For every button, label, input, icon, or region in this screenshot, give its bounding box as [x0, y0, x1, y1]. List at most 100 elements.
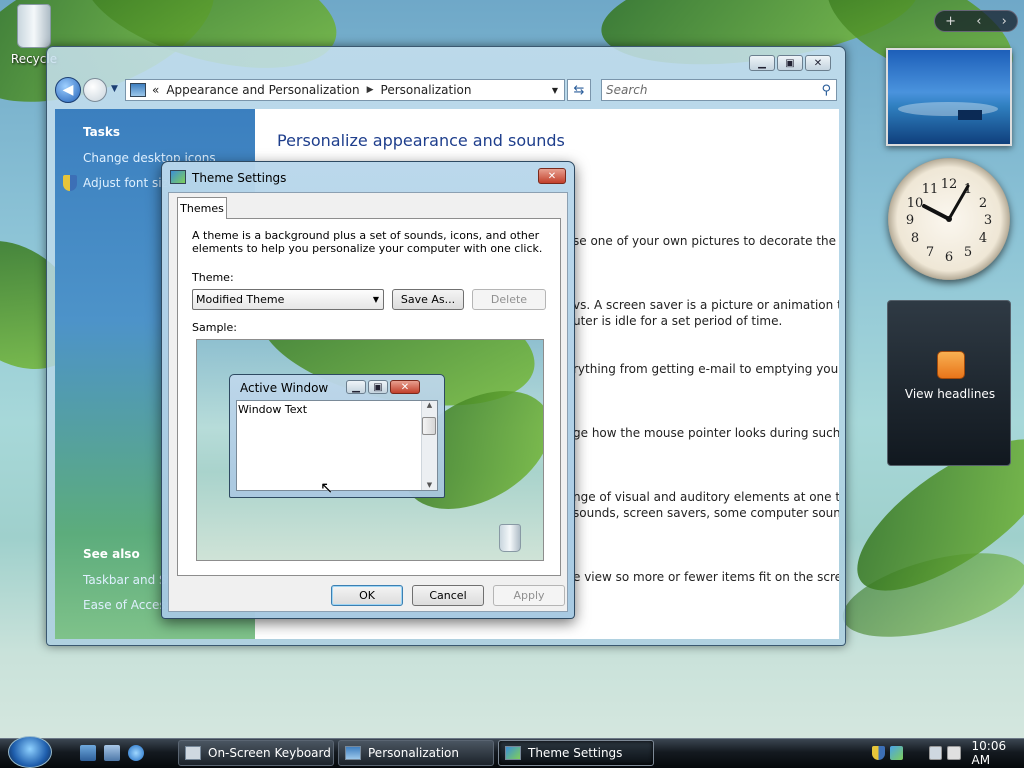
taskbar-clock[interactable]: 10:06 AM	[972, 739, 1024, 767]
uac-shield-icon	[63, 175, 77, 191]
chevron-down-icon[interactable]: ▼	[369, 295, 383, 304]
internet-explorer-icon[interactable]	[128, 745, 144, 761]
start-button[interactable]	[8, 736, 52, 768]
taskbar-button-label: Theme Settings	[528, 746, 623, 760]
cancel-button[interactable]: Cancel	[412, 585, 484, 606]
sample-scroll-thumb	[422, 417, 436, 435]
themes-tab-panel: A theme is a background plus a set of so…	[177, 218, 561, 576]
clock-number: 5	[964, 245, 972, 260]
clock-center	[946, 216, 952, 222]
theme-description-line1: A theme is a background plus a set of so…	[192, 229, 540, 242]
clock-number: 6	[945, 250, 953, 265]
sidebar-controls: + ‹ ›	[934, 10, 1018, 32]
sample-window-title: Active Window	[240, 381, 329, 395]
breadcrumb-personalization[interactable]: Personalization	[381, 83, 472, 97]
next-gadget-button[interactable]: ›	[1002, 14, 1007, 29]
clock-gadget[interactable]: 12 1 2 3 4 5 6 7 8 9 10 11	[888, 158, 1010, 280]
previous-gadget-button[interactable]: ‹	[976, 14, 981, 29]
slideshow-gadget[interactable]	[886, 48, 1012, 146]
delete-button[interactable]: Delete	[472, 289, 546, 310]
sample-minimize-icon: ▁	[346, 380, 366, 394]
maximize-button[interactable]: ▣	[777, 55, 803, 71]
sample-recycle-bin-icon	[499, 524, 521, 552]
feed-headlines-gadget[interactable]: View headlines	[887, 300, 1011, 466]
address-dropdown-icon[interactable]: ▼	[552, 86, 558, 95]
clock-number: 4	[979, 231, 987, 246]
mouse-cursor-icon: ↖	[320, 478, 334, 497]
show-desktop-icon[interactable]	[80, 745, 96, 761]
clock-number: 9	[906, 213, 914, 228]
minimize-button[interactable]: ▁	[749, 55, 775, 71]
forward-button[interactable]	[83, 78, 107, 102]
clock-number: 3	[984, 213, 992, 228]
sample-maximize-icon: ▣	[368, 380, 388, 394]
sample-caption-buttons: ▁ ▣ ✕	[346, 380, 420, 394]
theme-description-line2: elements to help you personalize your co…	[192, 242, 543, 255]
screen-saver-description: vs. A screen saver is a picture or anima…	[573, 298, 839, 312]
rss-icon	[937, 351, 965, 379]
address-bar[interactable]: « Appearance and Personalization ▶ Perso…	[125, 79, 565, 101]
taskbar-button-personalization[interactable]: Personalization	[338, 740, 494, 766]
tasks-heading: Tasks	[83, 125, 121, 139]
keyboard-icon	[185, 746, 201, 760]
switch-windows-icon[interactable]	[104, 745, 120, 761]
theme-description: nge of visual and auditory elements at o…	[573, 490, 839, 504]
caption-buttons: ▁ ▣ ✕	[749, 55, 831, 71]
mouse-pointers-description: ge how the mouse pointer looks during su…	[573, 426, 839, 440]
tab-themes[interactable]: Themes	[177, 197, 227, 219]
ok-button[interactable]: OK	[331, 585, 403, 606]
theme-settings-icon	[505, 746, 521, 760]
security-shield-icon[interactable]	[872, 746, 885, 760]
clock-face: 12 1 2 3 4 5 6 7 8 9 10 11	[906, 177, 992, 265]
apply-button[interactable]: Apply	[493, 585, 565, 606]
clock-number: 11	[922, 182, 939, 197]
volume-muted-icon[interactable]	[947, 746, 961, 760]
theme-label: Theme:	[192, 271, 234, 284]
sample-close-icon: ✕	[390, 380, 420, 394]
view-headlines-label[interactable]: View headlines	[888, 387, 1012, 401]
sample-label: Sample:	[192, 321, 237, 334]
recent-pages-dropdown[interactable]: ▼	[111, 84, 118, 94]
theme-description-2: sounds, screen savers, some computer sou…	[573, 506, 839, 520]
search-placeholder: Search	[606, 83, 648, 97]
taskbar-button-on-screen-keyboard[interactable]: On-Screen Keyboard	[178, 740, 334, 766]
clock-number: 8	[911, 231, 919, 246]
windows-update-icon[interactable]	[889, 746, 903, 760]
refresh-button[interactable]: ⇆	[567, 79, 591, 101]
ease-of-access-link[interactable]: Ease of Access	[83, 598, 172, 612]
taskbar-button-theme-settings[interactable]: Theme Settings	[498, 740, 654, 766]
theme-sample-preview: Active Window ▁ ▣ ✕ Window Text ▲ ▼ ↖	[196, 339, 544, 561]
network-icon[interactable]	[929, 746, 943, 760]
scroll-down-icon: ▼	[426, 481, 433, 489]
recycle-bin-icon	[17, 4, 51, 48]
back-button[interactable]: ◀	[55, 77, 81, 103]
search-input[interactable]: Search ⚲	[601, 79, 837, 101]
taskbar-button-label: Personalization	[368, 746, 459, 760]
dialog-body: Themes A theme is a background plus a se…	[168, 192, 568, 612]
clock-number: 7	[926, 245, 934, 260]
clock-number: 2	[979, 196, 987, 211]
slideshow-cloud	[898, 102, 998, 116]
sample-scrollbar: ▲ ▼	[421, 401, 437, 490]
breadcrumb-appearance[interactable]: Appearance and Personalization	[166, 83, 359, 97]
theme-settings-icon	[170, 170, 186, 184]
page-title: Personalize appearance and sounds	[277, 131, 565, 150]
dialog-title: Theme Settings	[192, 171, 287, 185]
clock-number: 12	[941, 177, 958, 192]
sample-window-content: Window Text ▲ ▼	[236, 400, 438, 491]
slideshow-pier	[958, 110, 982, 120]
add-gadget-button[interactable]: +	[945, 14, 956, 29]
system-tray: 10:06 AM	[872, 739, 1024, 767]
dialog-close-button[interactable]: ✕	[538, 168, 566, 184]
scroll-up-icon: ▲	[426, 401, 433, 409]
theme-select[interactable]: Modified Theme ▼	[192, 289, 384, 310]
control-panel-icon	[130, 83, 146, 97]
close-button[interactable]: ✕	[805, 55, 831, 71]
save-as-button[interactable]: Save As...	[392, 289, 464, 310]
sample-active-window: Active Window ▁ ▣ ✕ Window Text ▲ ▼	[229, 374, 445, 498]
breadcrumb-prefix[interactable]: «	[152, 83, 159, 97]
search-icon[interactable]: ⚲	[821, 83, 831, 98]
breadcrumb-separator-icon[interactable]: ▶	[367, 85, 374, 95]
sample-window-text: Window Text	[238, 403, 308, 416]
theme-select-value: Modified Theme	[196, 293, 285, 306]
